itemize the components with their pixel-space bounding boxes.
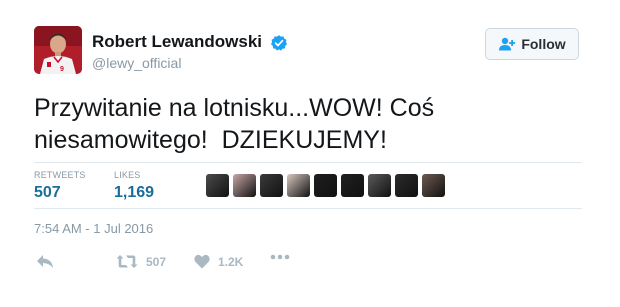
retweets-stat[interactable]: RETWEETS 507 <box>34 170 86 202</box>
heart-icon <box>194 254 210 269</box>
retweets-label: RETWEETS <box>34 170 86 180</box>
more-button[interactable] <box>270 254 290 260</box>
tweet-text: Przywitanie na lotnisku...WOW! Coś niesa… <box>34 94 435 154</box>
verified-badge-icon <box>270 35 288 51</box>
add-user-icon <box>499 37 516 51</box>
svg-text:9: 9 <box>60 66 64 73</box>
divider <box>34 162 582 163</box>
retweets-value: 507 <box>34 184 61 201</box>
like-button[interactable]: 1.2K <box>194 254 243 269</box>
liker-avatar[interactable] <box>260 174 283 197</box>
user-handle[interactable]: @lewy_official <box>92 55 181 71</box>
liker-avatar[interactable] <box>314 174 337 197</box>
reply-icon <box>37 255 53 268</box>
liker-avatar[interactable] <box>395 174 418 197</box>
retweet-icon <box>116 255 138 268</box>
liker-avatars <box>206 174 445 197</box>
follow-button-label: Follow <box>521 36 566 52</box>
likes-label: LIKES <box>114 170 141 180</box>
tweet-card: 9 Robert Lewandowski @lewy_official Foll… <box>0 0 620 307</box>
more-dots-icon <box>270 254 290 260</box>
timestamp[interactable]: 7:54 AM - 1 Jul 2016 <box>34 221 153 236</box>
likes-value: 1,169 <box>114 184 155 201</box>
avatar[interactable]: 9 <box>34 26 82 74</box>
like-count: 1.2K <box>218 254 244 269</box>
display-name[interactable]: Robert Lewandowski <box>92 32 262 52</box>
divider <box>34 208 582 209</box>
reply-button[interactable] <box>36 254 54 269</box>
likes-stat[interactable]: LIKES 1,169 <box>114 170 154 202</box>
liker-avatar[interactable] <box>368 174 391 197</box>
retweet-button[interactable]: 507 <box>116 254 166 269</box>
liker-avatar[interactable] <box>422 174 445 197</box>
liker-avatar[interactable] <box>341 174 364 197</box>
retweet-count: 507 <box>146 254 167 269</box>
liker-avatar[interactable] <box>287 174 310 197</box>
liker-avatar[interactable] <box>233 174 256 197</box>
follow-button[interactable]: Follow <box>485 28 579 60</box>
liker-avatar[interactable] <box>206 174 229 197</box>
